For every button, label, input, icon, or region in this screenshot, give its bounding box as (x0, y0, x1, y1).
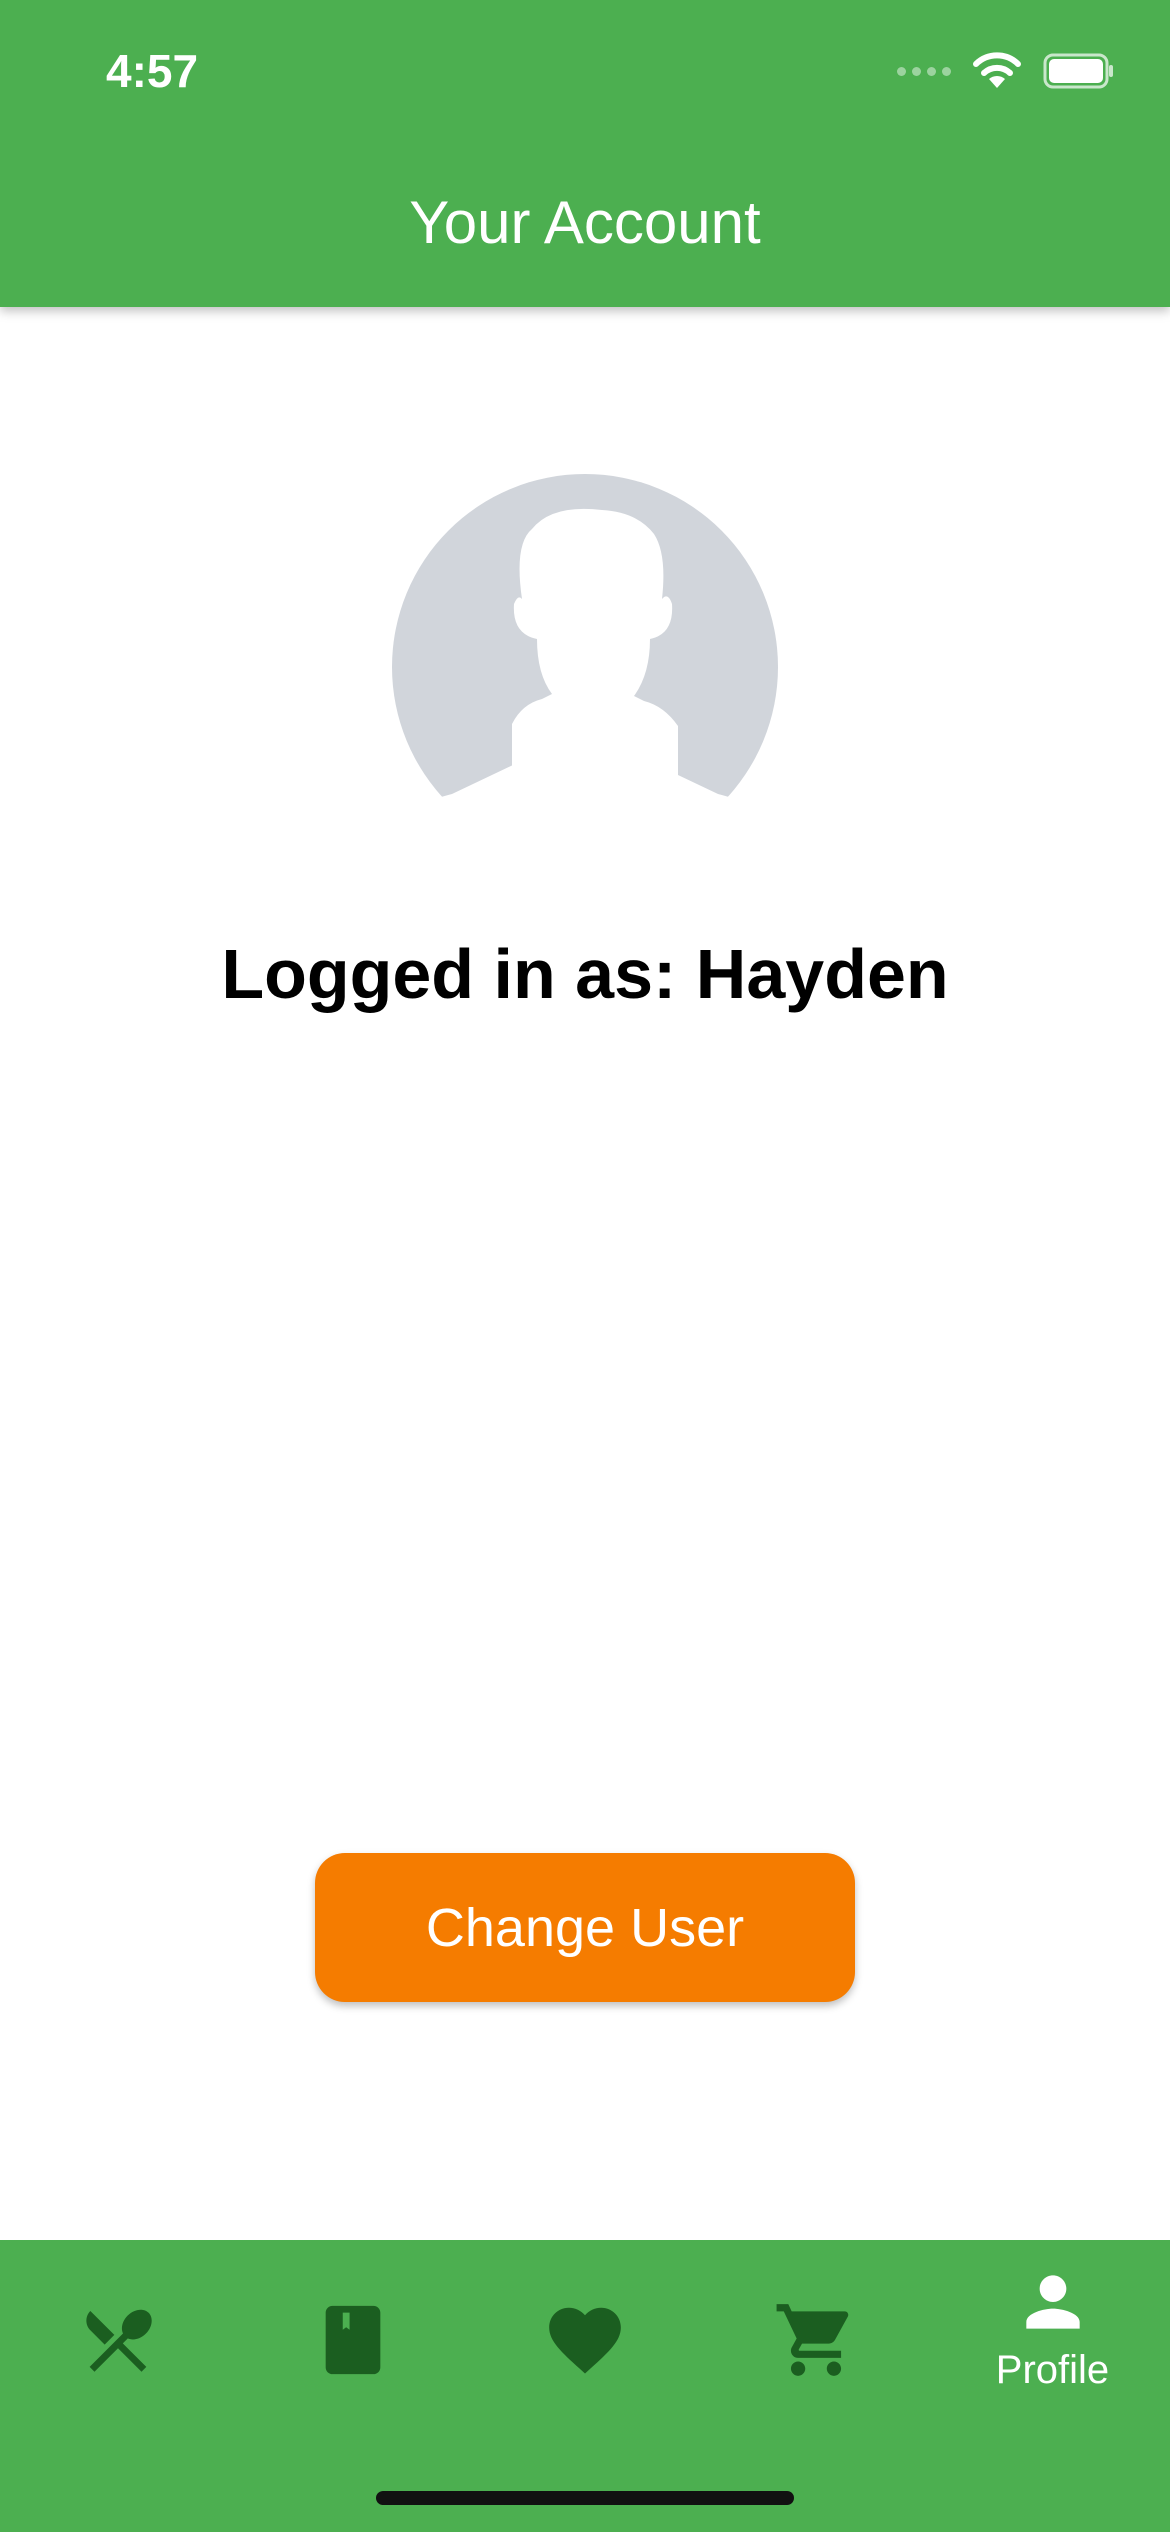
logged-in-text: Logged in as: Hayden (221, 935, 949, 1013)
page-title: Your Account (409, 189, 761, 256)
nav-item-book[interactable] (280, 2240, 425, 2440)
book-icon (325, 2305, 380, 2375)
wifi-icon (973, 52, 1021, 88)
nav-item-favorites[interactable] (512, 2240, 657, 2440)
nav-item-cart[interactable] (743, 2240, 888, 2440)
cart-icon (776, 2304, 848, 2376)
fork-spoon-icon (85, 2309, 152, 2372)
heart-icon (548, 2307, 621, 2374)
home-indicator (376, 2491, 794, 2505)
nav-item-profile[interactable]: Profile (960, 2240, 1145, 2440)
nav-item-recipes[interactable] (45, 2240, 190, 2440)
status-icons (897, 52, 1115, 90)
user-avatar-icon (392, 474, 778, 800)
person-icon (1025, 2275, 1080, 2329)
change-user-button[interactable]: Change User (315, 1853, 855, 2002)
app-header: 4:57 Your Account (0, 0, 1170, 307)
cellular-signal-icon (897, 66, 951, 76)
battery-icon (1043, 53, 1113, 89)
nav-label-profile: Profile (995, 2348, 1110, 2392)
bottom-navigation-bar: Profile (0, 2240, 1170, 2532)
status-time: 4:57 (106, 45, 199, 97)
